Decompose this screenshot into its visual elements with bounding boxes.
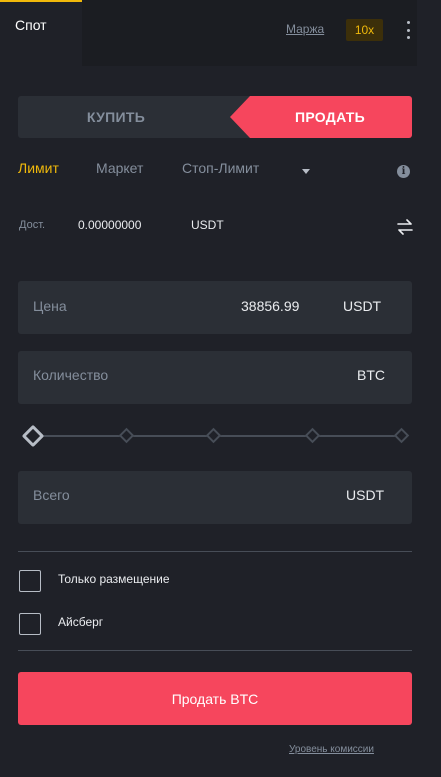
fee-level-link[interactable]: Уровень комиссии	[289, 744, 374, 755]
amount-label: Количество	[33, 367, 109, 383]
total-field[interactable]: Всего USDT	[18, 471, 412, 524]
amount-unit: BTC	[357, 367, 385, 383]
divider	[18, 551, 412, 552]
transfer-arrows-icon[interactable]	[396, 219, 414, 235]
info-icon[interactable]: i	[397, 165, 410, 178]
amount-field[interactable]: Количество BTC	[18, 351, 412, 404]
order-type-stop-limit-tab[interactable]: Стоп-Лимит	[182, 160, 259, 176]
slider-step-25[interactable]	[118, 427, 135, 444]
post-only-label[interactable]: Только размещение	[58, 572, 170, 586]
kebab-menu-icon[interactable]	[401, 21, 415, 39]
order-type-limit-tab[interactable]: Лимит	[18, 160, 59, 176]
order-type-market-tab[interactable]: Маркет	[96, 160, 143, 176]
sell-tab[interactable]: ПРОДАТЬ	[230, 96, 412, 138]
margin-link[interactable]: Маржа	[286, 22, 324, 36]
chevron-down-icon[interactable]	[302, 169, 310, 174]
available-unit: USDT	[191, 218, 224, 232]
slider-step-75[interactable]	[304, 427, 321, 444]
available-label: Дост.	[19, 219, 46, 231]
buy-tab[interactable]: КУПИТЬ	[18, 96, 214, 138]
slider-thumb[interactable]	[21, 424, 45, 448]
available-value: 0.00000000	[78, 218, 142, 232]
price-unit: USDT	[343, 298, 382, 314]
buy-sell-toggle: КУПИТЬ ПРОДАТЬ	[18, 96, 412, 138]
price-label: Цена	[33, 298, 67, 314]
page-title[interactable]: Спот	[15, 17, 47, 33]
divider	[18, 650, 412, 651]
price-input[interactable]: 38856.99	[241, 298, 299, 314]
sell-btc-button[interactable]: Продать BTC	[18, 672, 412, 725]
total-unit: USDT	[346, 487, 385, 503]
leverage-badge[interactable]: 10x	[346, 19, 383, 41]
amount-percent-slider[interactable]	[21, 424, 414, 448]
total-label: Всего	[33, 487, 70, 503]
active-tab-indicator	[0, 0, 90, 2]
slider-step-100[interactable]	[393, 427, 410, 444]
price-field[interactable]: Цена 38856.99 USDT	[18, 281, 412, 334]
top-bar: Спот Маржа 10x	[0, 0, 441, 66]
slider-step-50[interactable]	[205, 427, 222, 444]
iceberg-label[interactable]: Айсберг	[58, 615, 103, 629]
iceberg-checkbox[interactable]	[19, 613, 41, 635]
post-only-checkbox[interactable]	[19, 570, 41, 592]
